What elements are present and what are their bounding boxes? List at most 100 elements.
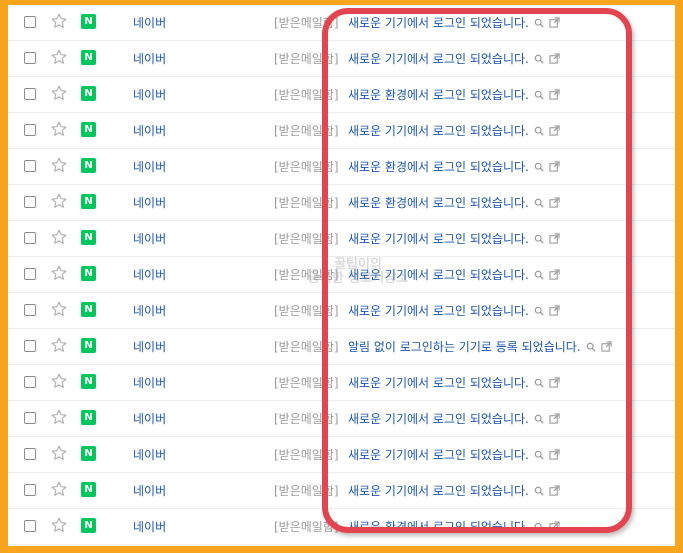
mail-subject[interactable]: 새로운 기기에서 로그인 되었습니다. [348,482,560,499]
checkbox-icon[interactable] [24,232,36,244]
star-icon[interactable] [50,156,68,174]
mail-row[interactable]: N 네이버 [받은메일함] 알림 없이 로그인하는 기기로 등록 되었습니다. [8,329,675,365]
checkbox-icon[interactable] [24,448,36,460]
external-link-icon[interactable] [549,232,560,247]
external-link-icon[interactable] [549,484,560,499]
mail-subject-text[interactable]: 새로운 기기에서 로그인 되었습니다. [348,376,529,390]
star-icon[interactable] [50,12,68,30]
external-link-icon[interactable] [549,52,560,67]
external-link-icon[interactable] [549,304,560,319]
star-icon[interactable] [50,372,68,390]
checkbox-icon[interactable] [24,124,36,136]
star-icon[interactable] [50,516,68,534]
magnifier-icon[interactable] [534,125,544,139]
mail-subject[interactable]: 새로운 기기에서 로그인 되었습니다. [348,410,560,427]
external-link-icon[interactable] [549,520,560,535]
magnifier-icon[interactable] [534,233,544,247]
sender-name[interactable]: 네이버 [133,374,166,391]
star-icon[interactable] [50,408,68,426]
external-link-icon[interactable] [549,196,560,211]
external-link-icon[interactable] [549,376,560,391]
mail-subject[interactable]: 새로운 기기에서 로그인 되었습니다. [348,374,560,391]
mail-subject-text[interactable]: 새로운 기기에서 로그인 되었습니다. [348,232,529,246]
magnifier-icon[interactable] [534,305,544,319]
external-link-icon[interactable] [549,448,560,463]
mail-subject-text[interactable]: 새로운 기기에서 로그인 되었습니다. [348,448,529,462]
checkbox-icon[interactable] [24,412,36,424]
magnifier-icon[interactable] [534,197,544,211]
sender-name[interactable]: 네이버 [133,86,166,103]
checkbox-icon[interactable] [24,376,36,388]
star-icon[interactable] [50,480,68,498]
magnifier-icon[interactable] [534,17,544,31]
checkbox-icon[interactable] [24,304,36,316]
sender-name[interactable]: 네이버 [133,338,166,355]
mail-row[interactable]: N 네이버 [받은메일함] 새로운 기기에서 로그인 되었습니다. [8,113,675,149]
magnifier-icon[interactable] [534,521,544,535]
sender-name[interactable]: 네이버 [133,410,166,427]
mail-row[interactable]: N 네이버 [받은메일함] 새로운 기기에서 로그인 되었습니다. [8,221,675,257]
magnifier-icon[interactable] [534,269,544,283]
sender-name[interactable]: 네이버 [133,266,166,283]
mail-row[interactable]: N 네이버 [받은메일함] 새로운 환경에서 로그인 되었습니다. [8,149,675,185]
checkbox-icon[interactable] [24,16,36,28]
mail-subject-text[interactable]: 새로운 기기에서 로그인 되었습니다. [348,484,529,498]
mail-row[interactable]: N 네이버 [받은메일함] 새로운 기기에서 로그인 되었습니다. [8,437,675,473]
sender-name[interactable]: 네이버 [133,158,166,175]
mail-subject-text[interactable]: 새로운 환경에서 로그인 되었습니다. [348,88,529,102]
star-icon[interactable] [50,48,68,66]
mail-subject[interactable]: 새로운 기기에서 로그인 되었습니다. [348,302,560,319]
checkbox-icon[interactable] [24,484,36,496]
mail-subject[interactable]: 새로운 기기에서 로그인 되었습니다. [348,122,560,139]
mail-subject-text[interactable]: 새로운 기기에서 로그인 되었습니다. [348,52,529,66]
external-link-icon[interactable] [549,16,560,31]
magnifier-icon[interactable] [534,89,544,103]
star-icon[interactable] [50,84,68,102]
mail-row[interactable]: N 네이버 [받은메일함] 새로운 환경에서 로그인 되었습니다. [8,185,675,221]
mail-subject-text[interactable]: 새로운 기기에서 로그인 되었습니다. [348,124,529,138]
mail-row[interactable]: N 네이버 [받은메일함] 새로운 환경에서 로그인 되었습니다. [8,77,675,113]
magnifier-icon[interactable] [534,485,544,499]
checkbox-icon[interactable] [24,268,36,280]
mail-subject-text[interactable]: 새로운 기기에서 로그인 되었습니다. [348,16,529,30]
mail-subject[interactable]: 알림 없이 로그인하는 기기로 등록 되었습니다. [348,338,612,355]
mail-subject-text[interactable]: 알림 없이 로그인하는 기기로 등록 되었습니다. [348,340,581,354]
star-icon[interactable] [50,120,68,138]
sender-name[interactable]: 네이버 [133,194,166,211]
mail-row[interactable]: N 네이버 [받은메일함] 새로운 기기에서 로그인 되었습니다. [8,257,675,293]
checkbox-icon[interactable] [24,88,36,100]
mail-subject[interactable]: 새로운 환경에서 로그인 되었습니다. [348,518,560,535]
checkbox-icon[interactable] [24,52,36,64]
star-icon[interactable] [50,336,68,354]
sender-name[interactable]: 네이버 [133,482,166,499]
star-icon[interactable] [50,444,68,462]
mail-row[interactable]: N 네이버 [받은메일함] 새로운 환경에서 로그인 되었습니다. [8,509,675,545]
sender-name[interactable]: 네이버 [133,14,166,31]
sender-name[interactable]: 네이버 [133,446,166,463]
mail-subject[interactable]: 새로운 기기에서 로그인 되었습니다. [348,50,560,67]
star-icon[interactable] [50,264,68,282]
mail-subject-text[interactable]: 새로운 환경에서 로그인 되었습니다. [348,160,529,174]
mail-subject[interactable]: 새로운 환경에서 로그인 되었습니다. [348,158,560,175]
sender-name[interactable]: 네이버 [133,50,166,67]
checkbox-icon[interactable] [24,520,36,532]
magnifier-icon[interactable] [534,377,544,391]
sender-name[interactable]: 네이버 [133,230,166,247]
mail-subject[interactable]: 새로운 기기에서 로그인 되었습니다. [348,230,560,247]
mail-row[interactable]: N 네이버 [받은메일함] 새로운 기기에서 로그인 되었습니다. [8,41,675,77]
magnifier-icon[interactable] [586,341,596,355]
mail-subject[interactable]: 새로운 환경에서 로그인 되었습니다. [348,194,560,211]
magnifier-icon[interactable] [534,161,544,175]
checkbox-icon[interactable] [24,196,36,208]
mail-subject[interactable]: 새로운 기기에서 로그인 되었습니다. [348,14,560,31]
mail-subject[interactable]: 새로운 기기에서 로그인 되었습니다. [348,446,560,463]
star-icon[interactable] [50,300,68,318]
mail-subject[interactable]: 새로운 기기에서 로그인 되었습니다. [348,266,560,283]
sender-name[interactable]: 네이버 [133,302,166,319]
mail-row[interactable]: N 네이버 [받은메일함] 새로운 기기에서 로그인 되었습니다. [8,401,675,437]
mail-row[interactable]: N 네이버 [받은메일함] 새로운 기기에서 로그인 되었습니다. [8,473,675,509]
magnifier-icon[interactable] [534,413,544,427]
mail-subject-text[interactable]: 새로운 기기에서 로그인 되었습니다. [348,412,529,426]
external-link-icon[interactable] [549,268,560,283]
star-icon[interactable] [50,228,68,246]
